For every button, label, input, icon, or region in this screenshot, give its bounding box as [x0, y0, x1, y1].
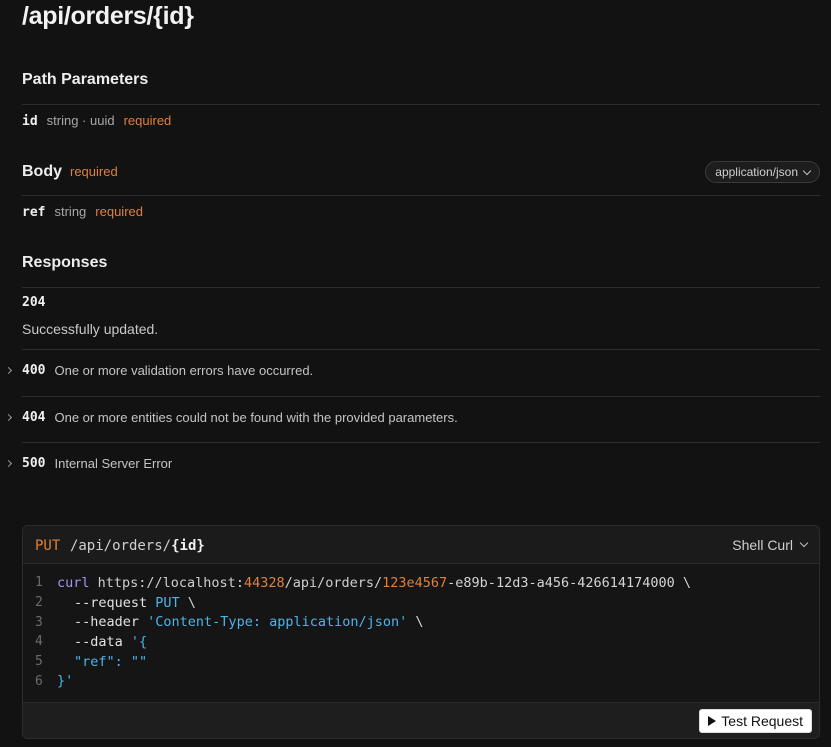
line-number: 1: [35, 575, 43, 591]
param-id: id string · uuid required: [22, 113, 171, 129]
code-line: 3 --header 'Content-Type: application/js…: [23, 612, 819, 632]
code-token: --data: [74, 633, 123, 650]
chevron-down-icon: [802, 166, 812, 175]
line-number: 3: [35, 614, 43, 630]
content-type-select[interactable]: application/json: [705, 161, 820, 183]
code-token: }': [57, 673, 74, 690]
page-title: /api/orders/{id}: [22, 2, 194, 30]
divider: [22, 104, 820, 105]
required-badge: required: [123, 113, 172, 128]
param-name: ref: [22, 205, 46, 220]
divider: [22, 195, 820, 196]
response-row-404[interactable]: 404 One or more entities could not be fo…: [4, 410, 820, 425]
chevron-right-icon: [4, 366, 13, 375]
required-badge: required: [95, 204, 143, 219]
request-path-param: {id}: [171, 538, 205, 554]
test-request-label: Test Request: [721, 713, 803, 729]
language-value: Shell Curl: [732, 536, 793, 553]
response-row-500[interactable]: 500 Internal Server Error: [4, 456, 820, 471]
request-path-prefix: /api/orders/: [69, 538, 172, 554]
response-description: Internal Server Error: [54, 456, 173, 471]
param-name: id: [22, 114, 38, 129]
chevron-right-icon: [4, 459, 13, 468]
request-panel-footer: Test Request: [23, 702, 819, 738]
code-token: --header: [74, 614, 140, 631]
test-request-button[interactable]: Test Request: [699, 709, 812, 733]
chevron-right-icon: [4, 413, 13, 422]
code-token: --request: [74, 594, 148, 611]
divider: [22, 442, 820, 443]
code-token: curl: [57, 574, 90, 591]
response-code: 400: [22, 363, 46, 378]
response-description: One or more validation errors have occur…: [54, 363, 314, 378]
code-token: PUT: [147, 594, 180, 611]
content-type-value: application/json: [715, 165, 798, 179]
response-code: 404: [22, 410, 46, 425]
code-block: 1 curl https://localhost: 44328/api/order…: [23, 564, 819, 702]
request-example-panel: PUT /api/orders/{id} Shell Curl 1 curl h…: [22, 525, 820, 739]
code-token: "ref": [74, 653, 115, 670]
response-description-204: Successfully updated.: [22, 321, 159, 337]
request-signature: PUT /api/orders/{id}: [35, 535, 205, 554]
response-row-400[interactable]: 400 One or more validation errors have o…: [4, 363, 820, 378]
param-type: string · uuid: [46, 113, 115, 128]
code-token: 44328: [243, 574, 285, 591]
param-type: string: [54, 204, 87, 219]
responses-heading: Responses: [22, 254, 107, 272]
http-method: PUT: [35, 538, 61, 554]
divider: [22, 349, 820, 350]
required-badge: required: [70, 164, 118, 179]
code-token: \: [179, 594, 196, 611]
line-number: 6: [35, 673, 43, 689]
code-token: '{: [122, 633, 148, 650]
line-number: 5: [35, 654, 43, 670]
chevron-down-icon: [799, 538, 809, 548]
code-line: 1 curl https://localhost: 44328/api/order…: [23, 573, 819, 593]
code-token: 'Content-Type: application/json': [139, 614, 408, 631]
response-description: One or more entities could not be found …: [54, 410, 458, 425]
path-params-heading: Path Parameters: [22, 71, 148, 89]
code-token: /api/orders/: [284, 574, 383, 591]
body-heading-label: Body: [22, 163, 62, 180]
divider: [22, 287, 820, 288]
code-line: 2 --request PUT \: [23, 593, 819, 613]
language-select[interactable]: Shell Curl: [732, 536, 809, 553]
response-code: 500: [22, 456, 46, 471]
play-icon: [708, 716, 717, 726]
code-token: "": [130, 653, 148, 670]
code-token: 123e4567: [382, 574, 448, 591]
code-token: :: [114, 653, 131, 670]
code-line: 4 --data '{: [23, 632, 819, 652]
request-panel-header: PUT /api/orders/{id} Shell Curl: [23, 526, 819, 564]
path-params-heading-label: Path Parameters: [22, 71, 149, 88]
code-token: \: [407, 614, 424, 631]
code-token: https://localhost:: [89, 574, 244, 591]
responses-heading-label: Responses: [22, 254, 108, 271]
code-token: -e89b-12d3-a456-426614174000: [447, 574, 675, 591]
code-line: 5 "ref": "": [23, 652, 819, 672]
line-number: 2: [35, 595, 43, 611]
response-code-204: 204: [22, 295, 46, 310]
code-token: \: [674, 574, 692, 591]
param-ref: ref string required: [22, 204, 143, 220]
line-number: 4: [35, 634, 43, 650]
code-line: 6 }': [23, 671, 819, 691]
body-heading: Body required: [22, 163, 118, 181]
divider: [22, 396, 820, 397]
request-path: /api/orders/{id}: [70, 538, 205, 554]
